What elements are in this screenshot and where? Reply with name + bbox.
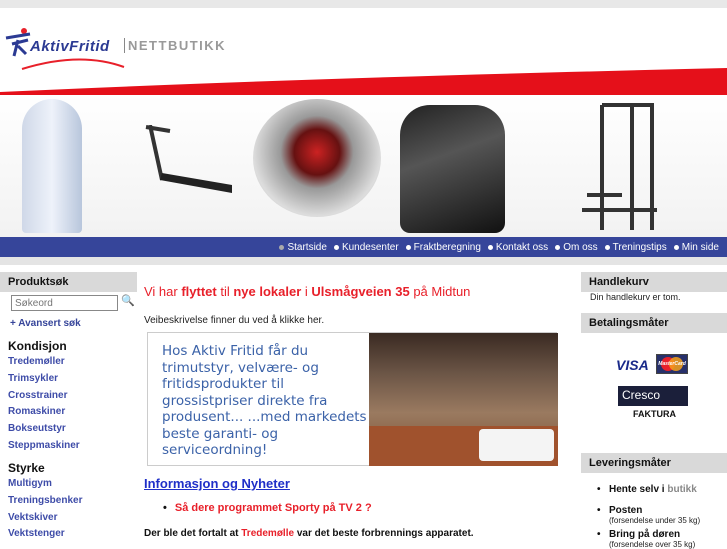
bullet-icon [487,244,493,250]
shower-cabin-image [22,99,82,233]
cresco-logo: Cresco [618,386,688,406]
visa-logo: VISA [616,357,649,373]
category-link[interactable]: Treningsbenker [8,495,82,506]
category-link[interactable]: Crosstrainer [8,390,67,401]
category-link[interactable]: Vektskiver [8,512,58,523]
category-link[interactable]: Tredemøller [8,356,65,367]
arrow-icon: + [10,318,19,329]
divider-strip [0,257,727,265]
payment-title: Betalingsmåter [581,313,727,333]
foot-massager-image [253,99,381,217]
advanced-search-link[interactable]: + Avansert søk [10,318,81,329]
banner-text: Hos Aktiv Fritid får du trimutstyr, velv… [162,343,367,458]
header-swoosh [0,68,727,95]
category-link[interactable]: Trimsykler [8,373,58,384]
category-link[interactable]: Bokseutstyr [8,423,66,434]
header: AktivFritid NETTBUTIKK [0,8,727,95]
category-link[interactable]: Multigym [8,478,52,489]
nav-label: Min side [681,241,719,253]
nav-startside[interactable]: Startside [279,241,327,253]
multigym-image [572,100,662,235]
bullet-icon [673,244,679,250]
product-search-title: Produktsøk [0,272,137,292]
delivery-option: Bring på døren(forsendelse over 35 kg) [597,529,695,549]
delivery-title: Leveringsmåter [581,453,727,473]
moved-announcement: Vi har flyttet til nye lokaler i Ulsmågv… [144,284,470,299]
text: Ulsmågveien 35 [311,284,410,299]
text: var det beste forbrennings apparatet. [294,528,474,539]
nav-label: Kontakt oss [495,241,549,253]
text: Hente selv i [609,484,668,495]
search-icon[interactable]: 🔍 [121,294,135,307]
bullet-icon [405,244,411,250]
nav-label: Treningstips [612,241,667,253]
category-link[interactable]: Steppmaskiner [8,440,80,451]
nav-label: Fraktberegning [413,241,481,253]
faktura-label: FAKTURA [633,409,676,419]
text: flyttet [181,284,217,299]
nav-label: Om oss [563,241,598,253]
bullet-icon [279,244,285,250]
delivery-option: Posten(forsendelse under 35 kg) [597,505,701,525]
left-sidebar: Produktsøk 🔍 + Avansert søk Kondisjon Tr… [0,272,137,539]
category-link[interactable]: Romaskiner [8,406,65,417]
main-nav: Startside Kundesenter Fraktberegning Kon… [0,237,727,257]
promo-banner[interactable]: Hos Aktiv Fritid får du trimutstyr, velv… [147,332,558,466]
text: Posten [609,505,643,516]
cart-empty-text: Din handlekurv er tom. [590,292,681,302]
logo-subtitle: NETTBUTIKK [124,38,226,53]
nav-label: Startside [287,241,327,253]
text: til [216,284,234,299]
treadmill-image [140,124,235,195]
category-link[interactable]: Vektstenger [8,528,65,539]
text: nye lokaler [233,284,302,299]
text: Vi har [144,284,182,299]
text: i [301,284,312,299]
cart-title: Handlekurv [581,272,727,292]
category-styrke: Styrke [8,461,45,475]
text: Bring på døren [609,529,681,540]
nav-treningstips[interactable]: Treningstips [604,241,667,253]
store-photo [369,333,558,466]
product-banner [0,95,727,237]
treadmill-link[interactable]: Tredemølle [241,528,294,539]
news-item[interactable]: Så dere programmet Sporty på TV 2 ? [163,502,372,514]
mastercard-label: MasterCard [658,361,686,367]
mastercard-logo: MasterCard [656,354,688,374]
info-heading-link[interactable]: Informasjon og Nyheter [144,476,290,491]
search-input[interactable] [11,295,118,311]
top-bar [0,0,727,8]
bullet-icon [604,244,610,250]
text: Der ble det fortalt at [144,528,242,539]
right-sidebar: Handlekurv Din handlekurv er tom. Betali… [581,272,727,549]
directions-link[interactable]: Veibeskrivelse finner du ved å klikke he… [144,315,324,326]
nav-min-side[interactable]: Min side [673,241,719,253]
nav-om-oss[interactable]: Om oss [555,241,598,253]
nav-kundesenter[interactable]: Kundesenter [333,241,399,253]
delivery-option: Hente selv i butikk [597,484,697,495]
bullet-icon [333,244,339,250]
category-kondisjon: Kondisjon [8,339,67,353]
nav-label: Kundesenter [341,241,399,253]
massage-chair-image [400,105,505,233]
nav-fraktberegning[interactable]: Fraktberegning [405,241,481,253]
bullet-icon [555,244,561,250]
advanced-search-label: Avansert søk [18,318,81,329]
text: på Midtun [409,284,471,299]
delivery-note: (forsendelse under 35 kg) [609,516,701,525]
store-link[interactable]: butikk [667,484,696,495]
news-paragraph: Der ble det fortalt at Tredemølle var de… [144,528,474,539]
nav-kontakt-oss[interactable]: Kontakt oss [487,241,549,253]
